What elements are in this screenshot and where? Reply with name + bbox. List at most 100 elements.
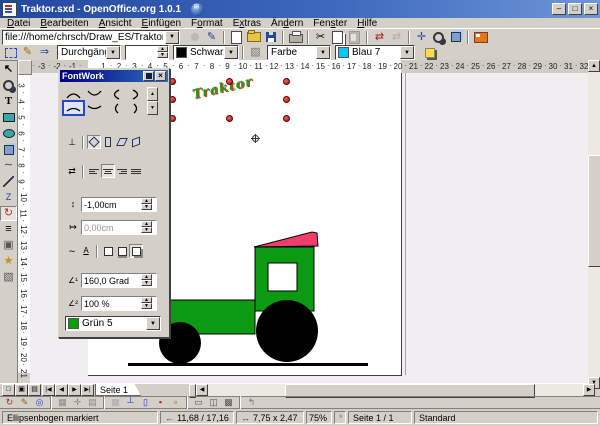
- fw-shape-paren-left[interactable]: [105, 101, 126, 115]
- paste-button[interactable]: [346, 30, 363, 45]
- scroll-right-button[interactable]: ▶: [583, 384, 595, 396]
- selection-handle[interactable]: [169, 96, 176, 103]
- tool-zoom[interactable]: [0, 78, 17, 93]
- show-grid-button[interactable]: ▦: [55, 397, 70, 409]
- selection-handle[interactable]: [283, 78, 290, 85]
- rotation-mode-button[interactable]: ↻: [2, 397, 17, 409]
- menu-datei[interactable]: Datei: [2, 18, 35, 29]
- menu-bearbeiten[interactable]: Bearbeiten: [35, 18, 93, 29]
- double-click-edit-text-button[interactable]: ▩: [221, 397, 236, 409]
- line-dialog-button[interactable]: ✎: [19, 45, 36, 60]
- minimize-button[interactable]: –: [552, 3, 566, 15]
- glue-points-button[interactable]: ◎: [32, 397, 47, 409]
- open-document-button[interactable]: [245, 30, 262, 45]
- fontwork-shadow-size-input[interactable]: [82, 299, 141, 309]
- snap-to-grid-button[interactable]: ✛: [70, 397, 85, 409]
- tool-insert[interactable]: ▧: [0, 270, 17, 285]
- scroll-left-button[interactable]: ◀: [196, 384, 208, 396]
- fw-shape-curve-down[interactable]: [84, 101, 105, 115]
- fw-autosize-button[interactable]: [129, 164, 143, 178]
- tool-ellipse[interactable]: [0, 126, 17, 141]
- tool-effects[interactable]: ★: [0, 254, 17, 269]
- line-width-down-button[interactable]: ▼: [157, 52, 168, 58]
- selection-handle[interactable]: [283, 96, 290, 103]
- fw-shape-circle-open-left[interactable]: [126, 87, 147, 101]
- master-view-button[interactable]: ▣: [15, 384, 28, 396]
- fw-shape-curve-up[interactable]: [63, 101, 84, 115]
- vertical-scrollbar[interactable]: ▲ ▼: [588, 60, 600, 389]
- fontwork-indent-input[interactable]: [82, 223, 141, 233]
- vertical-scroll-thumb[interactable]: [588, 155, 600, 267]
- undo-button[interactable]: ⇄: [371, 30, 388, 45]
- angle-down-button[interactable]: ▼: [141, 280, 152, 286]
- selection-handle[interactable]: [226, 115, 233, 122]
- cut-button[interactable]: ✂: [312, 30, 329, 45]
- gallery-button[interactable]: [472, 30, 489, 45]
- selection-handle[interactable]: [226, 78, 233, 85]
- area-dialog-button[interactable]: ▨: [247, 45, 264, 60]
- edit-file-button[interactable]: ✎: [203, 30, 220, 45]
- tractor-roof[interactable]: [254, 232, 318, 247]
- snap-to-border-button[interactable]: ▪: [153, 397, 168, 409]
- tool-curve[interactable]: ∼: [0, 158, 17, 173]
- print-document-button[interactable]: [287, 30, 304, 45]
- previous-page-button[interactable]: ◀: [55, 384, 68, 396]
- new-document-button[interactable]: [228, 30, 245, 45]
- tractor-rear-wheel[interactable]: [256, 300, 318, 362]
- fw-slant-vertical-button[interactable]: [129, 135, 143, 149]
- fw-text-contour-button[interactable]: A: [79, 244, 93, 258]
- edit-points-mode-button[interactable]: ✎: [17, 397, 32, 409]
- next-page-button[interactable]: ▶: [68, 384, 81, 396]
- first-page-button[interactable]: |◀: [42, 384, 55, 396]
- fw-shadow-off-button[interactable]: [101, 244, 115, 258]
- tool-lines-arrows[interactable]: [0, 174, 17, 189]
- fw-orientation-button[interactable]: ⇄: [65, 164, 79, 178]
- fill-style-dropdown-button[interactable]: ▼: [316, 46, 330, 59]
- tool-connector[interactable]: Z: [0, 190, 17, 205]
- maximize-button[interactable]: □: [568, 3, 582, 15]
- page-view-button[interactable]: □: [2, 384, 15, 396]
- snap-to-guides-button[interactable]: ┴: [123, 397, 138, 409]
- fontwork-close-button[interactable]: ×: [155, 71, 166, 81]
- line-color-dropdown-button[interactable]: ▼: [224, 46, 238, 59]
- fontwork-title-bar[interactable]: FontWork ×: [60, 70, 168, 82]
- snap-to-points-button[interactable]: ▫: [168, 397, 183, 409]
- edit-points-button[interactable]: [2, 45, 19, 60]
- fw-shadow-vertical-button[interactable]: [115, 244, 129, 258]
- exit-all-groups-button[interactable]: ↰: [244, 397, 259, 409]
- tool-alignment[interactable]: ≡: [0, 222, 17, 237]
- url-dropdown-button[interactable]: ▼: [165, 31, 179, 44]
- shadow-color-dropdown-button[interactable]: ▼: [146, 317, 160, 330]
- menu-hilfe[interactable]: Hilfe: [352, 18, 382, 29]
- rotation-pivot[interactable]: [251, 134, 260, 143]
- tool-text[interactable]: T: [0, 94, 17, 109]
- copy-button[interactable]: [329, 30, 346, 45]
- fw-shape-paren-right[interactable]: [126, 101, 147, 115]
- fw-rotate-button[interactable]: [87, 135, 101, 149]
- url-input[interactable]: [3, 32, 165, 43]
- status-page[interactable]: Seite 1 / 1: [348, 411, 412, 424]
- select-text-area-button[interactable]: ◫: [206, 397, 221, 409]
- ground-line[interactable]: [128, 363, 368, 366]
- quick-edit-button[interactable]: ▭: [191, 397, 206, 409]
- fw-align-left-button[interactable]: [87, 164, 101, 178]
- line-width-input[interactable]: [126, 47, 157, 58]
- tool-3d-objects[interactable]: [0, 142, 17, 157]
- status-layout[interactable]: Standard: [414, 411, 598, 424]
- selection-handle[interactable]: [169, 78, 176, 85]
- distance-down-button[interactable]: ▼: [141, 204, 152, 210]
- tool-select[interactable]: ↖: [0, 62, 17, 77]
- menu-fenster[interactable]: Fenster: [308, 18, 352, 29]
- menu-ndern[interactable]: Ändern: [266, 18, 308, 29]
- close-button[interactable]: ×: [584, 3, 598, 15]
- menu-extras[interactable]: Extras: [228, 18, 266, 29]
- page-tab[interactable]: Seite 1: [95, 384, 141, 396]
- layer-view-button[interactable]: ▤: [28, 384, 41, 396]
- menu-format[interactable]: Format: [186, 18, 228, 29]
- menu-ansicht[interactable]: Ansicht: [94, 18, 137, 29]
- fontwork-distance-input[interactable]: [82, 200, 141, 210]
- fw-shape-arc-up[interactable]: [63, 87, 84, 101]
- tool-rotate[interactable]: ↻: [0, 206, 17, 221]
- tool-rectangle[interactable]: [0, 110, 17, 125]
- shadow-toggle-button[interactable]: [421, 45, 438, 60]
